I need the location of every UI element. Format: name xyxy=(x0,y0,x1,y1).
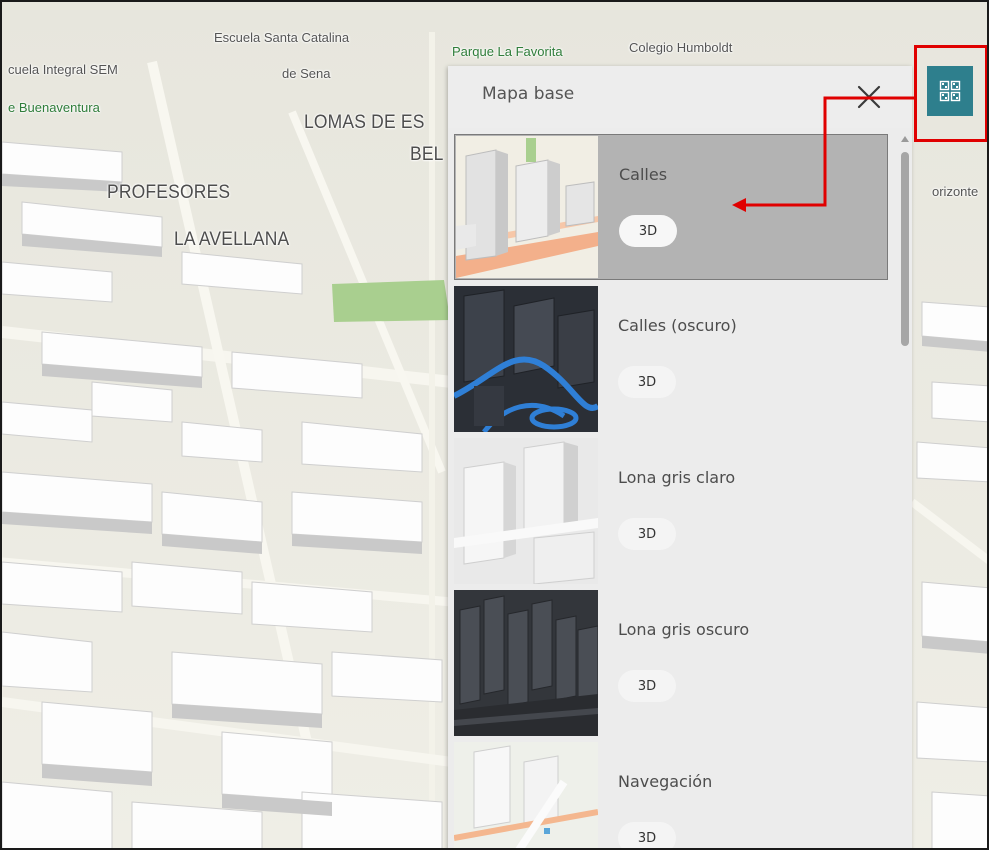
3d-badge: 3D xyxy=(619,215,677,247)
3d-badge: 3D xyxy=(618,670,676,702)
map-label: cuela Integral SEM xyxy=(8,62,118,77)
scrollbar[interactable] xyxy=(898,134,912,848)
basemap-item-label: Lona gris claro xyxy=(618,468,736,487)
map-label: PROFESORES xyxy=(107,182,231,203)
basemap-item-lona-gris-oscuro[interactable]: Lona gris oscuro 3D xyxy=(454,590,888,736)
scrollbar-thumb[interactable] xyxy=(901,152,909,346)
basemap-item-lona-gris-claro[interactable]: Lona gris claro 3D xyxy=(454,438,888,584)
screenshot-frame: Escuela Santa Catalina cuela Integral SE… xyxy=(0,0,989,850)
map-label: de Sena xyxy=(282,66,331,81)
panel-title: Mapa base xyxy=(482,84,575,104)
basemap-item-label: Lona gris oscuro xyxy=(618,620,750,639)
map-label: Parque La Favorita xyxy=(452,44,563,59)
thumbnail-lona-gris-claro xyxy=(454,438,598,584)
basemap-item-label: Calles xyxy=(619,165,668,184)
map-label: LA AVELLANA xyxy=(174,229,290,250)
basemap-gallery-icon xyxy=(939,80,961,102)
map-label: e Buenaventura xyxy=(8,100,100,115)
panel-header: Mapa base xyxy=(448,66,912,128)
3d-badge: 3D xyxy=(618,366,676,398)
thumbnail-lona-gris-oscuro xyxy=(454,590,598,736)
3d-badge: 3D xyxy=(618,822,676,848)
basemap-item-label: Calles (oscuro) xyxy=(618,316,737,335)
3d-badge: 3D xyxy=(618,518,676,550)
map-label: Escuela Santa Catalina xyxy=(214,30,350,45)
map-label: orizonte xyxy=(932,184,979,199)
thumbnail-calles xyxy=(456,136,598,278)
basemap-item-calles-oscuro[interactable]: Calles (oscuro) 3D xyxy=(454,286,888,432)
thumbnail-navegacion xyxy=(454,742,598,848)
map-label: Colegio Humboldt xyxy=(629,40,733,55)
basemap-gallery-panel: Mapa base Calles 3D Calles (oscuro) 3D L… xyxy=(448,66,912,848)
basemap-item-label: Navegación xyxy=(618,772,713,791)
basemap-item-navegacion[interactable]: Navegación 3D xyxy=(454,742,888,848)
scroll-up-arrow-icon[interactable] xyxy=(901,136,909,142)
thumbnail-calles-oscuro xyxy=(454,286,598,432)
map-label: LOMAS DE ES xyxy=(304,112,425,133)
close-icon xyxy=(857,85,881,109)
close-button[interactable] xyxy=(852,80,886,114)
map-label: BEL xyxy=(410,144,444,165)
basemap-item-calles[interactable]: Calles 3D xyxy=(454,134,888,280)
basemap-gallery-button[interactable] xyxy=(927,66,973,116)
basemap-list[interactable]: Calles 3D Calles (oscuro) 3D Lona gris c… xyxy=(454,134,896,848)
